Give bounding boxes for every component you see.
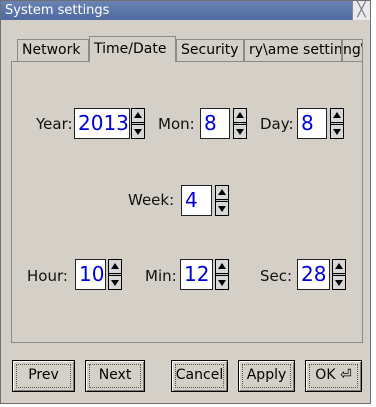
close-button[interactable]: ╳ [352,1,370,20]
second-label: Sec: [260,267,293,285]
day-label: Day: [260,115,294,133]
tab-more[interactable]: ng\ [342,39,363,61]
hour-label: Hour: [27,267,68,285]
week-spinner[interactable] [215,185,229,216]
next-button-label: Next [98,367,132,383]
year-label: Year: [36,115,73,133]
day-down-arrow-icon[interactable] [331,124,343,138]
hour-down-arrow-icon[interactable] [109,275,121,289]
apply-button[interactable]: Apply [238,360,295,392]
ok-button[interactable]: OK ⏎ [305,360,362,392]
week-label: Week: [128,191,175,209]
week-down-arrow-icon[interactable] [216,201,228,215]
tab-time-date[interactable]: Time/Date [89,36,176,62]
week-up-arrow-icon[interactable] [216,186,228,200]
second-input[interactable]: 28 [297,259,330,290]
month-input[interactable]: 8 [200,108,230,139]
hour-up-arrow-icon[interactable] [109,260,121,274]
tab-security[interactable]: Security [176,39,244,61]
second-up-arrow-icon[interactable] [333,260,345,274]
second-down-arrow-icon[interactable] [333,275,345,289]
year-up-arrow-icon[interactable] [132,109,144,123]
minute-label: Min: [145,267,177,285]
settings-window: System settings ╳ Network Time/Date Secu… [0,0,371,404]
window-title: System settings [5,3,110,18]
month-label: Mon: [158,115,195,133]
tab-time-date-label: Time/Date [94,41,167,57]
day-up-arrow-icon[interactable] [331,109,343,123]
ok-button-label: OK ⏎ [315,367,352,383]
minute-spinner[interactable] [215,259,229,290]
tab-network[interactable]: Network [17,39,89,61]
year-input[interactable]: 2013 [74,108,130,139]
second-spinner[interactable] [332,259,346,290]
week-input[interactable]: 4 [181,185,212,216]
year-down-arrow-icon[interactable] [132,124,144,138]
year-spinner[interactable] [131,108,145,139]
prev-button-label: Prev [28,367,59,383]
minute-up-arrow-icon[interactable] [216,260,228,274]
prev-button[interactable]: Prev [12,360,75,392]
month-spinner[interactable] [233,108,247,139]
minute-down-arrow-icon[interactable] [216,275,228,289]
month-up-arrow-icon[interactable] [234,109,246,123]
next-button[interactable]: Next [85,360,145,392]
day-input[interactable]: 8 [297,108,327,139]
tab-more-label: ng\ [343,42,362,58]
tab-security-label: Security [181,42,239,58]
tab-frame-setting[interactable]: ry\ame setting [244,39,342,61]
cancel-button-label: Cancel [175,367,224,383]
tab-network-label: Network [22,42,81,58]
month-down-arrow-icon[interactable] [234,124,246,138]
minute-input[interactable]: 12 [180,259,213,290]
day-spinner[interactable] [330,108,344,139]
tab-frame-setting-label: ry\ame setting [249,42,342,58]
hour-spinner[interactable] [108,259,122,290]
title-bar[interactable]: System settings ╳ [1,1,370,20]
apply-button-label: Apply [246,367,287,383]
hour-input[interactable]: 10 [75,259,106,290]
cancel-button[interactable]: Cancel [171,360,228,392]
